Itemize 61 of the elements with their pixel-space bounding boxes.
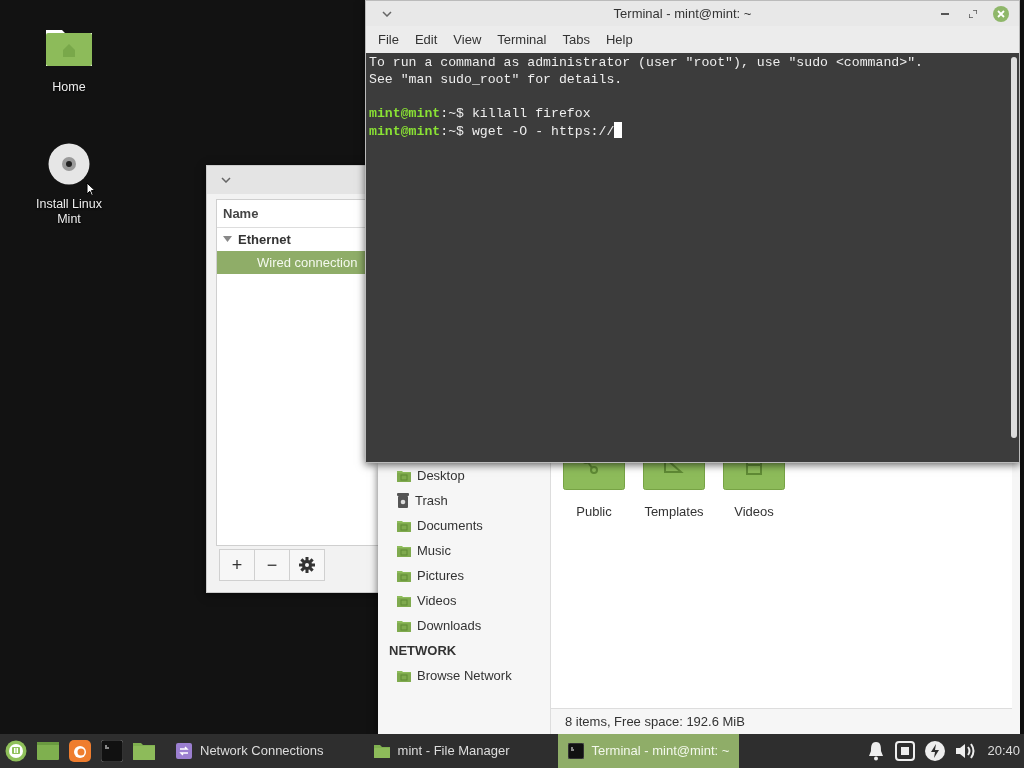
sidebar-item[interactable]: Downloads xyxy=(378,613,550,638)
folder-icon xyxy=(373,743,390,759)
folder-icon xyxy=(397,619,411,632)
terminal-icon xyxy=(567,743,584,759)
status-bar: 8 items, Free space: 192.6 MiB xyxy=(551,708,1012,734)
browser-icon[interactable] xyxy=(69,740,91,762)
terminal-line: See "man sudo_root" for details. xyxy=(369,71,624,88)
power-icon[interactable] xyxy=(925,741,946,761)
menu-icon[interactable] xyxy=(5,740,27,762)
sidebar-item[interactable]: Videos xyxy=(378,588,550,613)
terminal-line: To run a command as administrator (user "root"), use "sudo <command>". xyxy=(369,54,924,71)
file-label: Public xyxy=(576,503,612,521)
disc-icon[interactable] xyxy=(48,143,90,185)
sidebar-item[interactable]: Music xyxy=(378,538,550,563)
chevron-icon[interactable] xyxy=(382,10,392,17)
menu-item[interactable]: Edit xyxy=(406,29,446,50)
group-label: Ethernet xyxy=(238,230,291,249)
folder-icon[interactable] xyxy=(133,740,155,762)
settings-button[interactable] xyxy=(289,549,325,581)
menu-item[interactable]: File xyxy=(370,29,407,50)
network-icon xyxy=(176,743,192,759)
sidebar-item[interactable]: Documents xyxy=(378,513,550,538)
folder-icon xyxy=(397,544,411,557)
terminal-icon[interactable] xyxy=(101,740,123,762)
gear-icon xyxy=(299,557,315,573)
terminal-line: mint@mint:~$ wget -O - https:// xyxy=(369,122,1006,139)
minimize-icon[interactable] xyxy=(941,12,949,15)
scrollbar-thumb[interactable] xyxy=(1011,57,1017,438)
folder-icon xyxy=(397,569,411,582)
sidebar-heading: NETWORK xyxy=(388,641,458,660)
folder-icon xyxy=(397,669,411,682)
taskbar-window-button[interactable]: Network Connections xyxy=(166,734,334,768)
menu-item[interactable]: View xyxy=(445,29,490,50)
taskbar-window-button[interactable]: mint - File Manager xyxy=(363,734,520,768)
toolbar-button[interactable]: − xyxy=(254,549,290,581)
chevron-icon[interactable] xyxy=(221,177,231,183)
desktop-icon[interactable] xyxy=(37,740,59,762)
folder-icon xyxy=(397,519,411,532)
folder-icon xyxy=(397,469,411,482)
sidebar-item[interactable]: Desktop xyxy=(378,463,550,488)
trash-icon xyxy=(397,493,409,508)
restore-icon[interactable] xyxy=(969,9,977,18)
expanded-triangle-icon[interactable] xyxy=(223,235,232,244)
file-label: Templates xyxy=(644,503,704,521)
folder-icon xyxy=(397,594,411,607)
bell-icon[interactable] xyxy=(867,741,886,761)
toolbar-button[interactable]: + xyxy=(219,549,255,581)
network-icon[interactable] xyxy=(895,741,916,761)
terminal-line: mint@mint:~$ killall firefox xyxy=(369,105,592,122)
menu-item[interactable]: Terminal xyxy=(489,29,555,50)
menu-item[interactable]: Tabs xyxy=(554,29,598,50)
icon-label: Install Linux Mint xyxy=(35,197,103,227)
sidebar-item[interactable]: Browse Network xyxy=(378,663,550,688)
window-title: Terminal - mint@mint: ~ xyxy=(612,4,753,23)
clock[interactable]: 20:40 xyxy=(987,741,1020,761)
menu-item[interactable]: Help xyxy=(597,29,641,50)
icon-label: Home xyxy=(51,80,87,95)
sidebar-item[interactable]: Pictures xyxy=(378,563,550,588)
sidebar-item[interactable]: Trash xyxy=(378,488,550,513)
file-label: Videos xyxy=(734,503,774,521)
mouse-pointer-icon xyxy=(86,182,96,196)
